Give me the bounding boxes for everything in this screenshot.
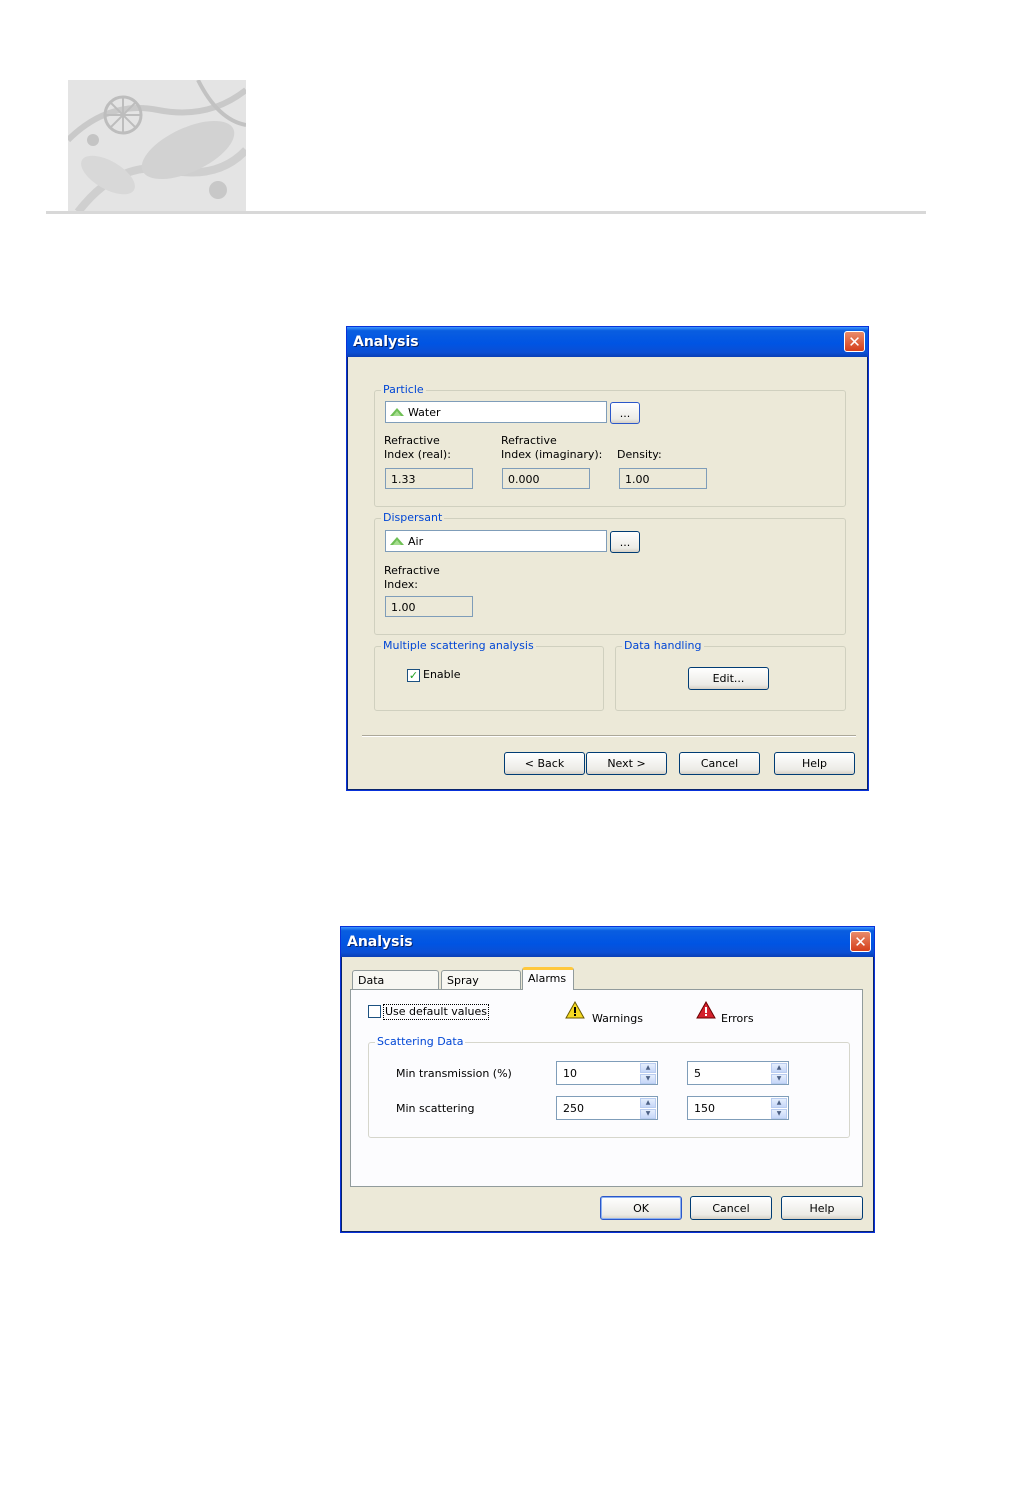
edit-button[interactable]: Edit...: [688, 667, 769, 690]
title-bar[interactable]: Analysis ✕: [347, 327, 868, 357]
particle-material-field[interactable]: Water: [385, 401, 607, 423]
ri-imag-label-line2: Index (imaginary):: [501, 448, 603, 461]
spinner-value: 250: [563, 1102, 584, 1115]
close-button[interactable]: ✕: [844, 331, 865, 352]
spin-up-icon[interactable]: ▲: [771, 1063, 787, 1073]
ri-real-label-line2: Index (real):: [384, 448, 451, 461]
particle-material-name: Water: [408, 405, 441, 419]
analysis-alarms-dialog: Analysis ✕ Data handling Spray Profile A…: [340, 926, 875, 1233]
spinner-value: 10: [563, 1067, 577, 1080]
dispersant-ri-label-line1: Refractive: [384, 564, 440, 577]
min-scattering-label: Min scattering: [396, 1102, 475, 1115]
spin-up-icon[interactable]: ▲: [640, 1063, 656, 1073]
ok-button[interactable]: OK: [600, 1196, 682, 1220]
tab-data-handling[interactable]: Data handling: [352, 970, 439, 1000]
errors-column-label: Errors: [721, 1012, 754, 1025]
dispersant-material-field[interactable]: Air: [385, 530, 607, 552]
min-scattering-error-spinner[interactable]: 150 ▲ ▼: [687, 1096, 789, 1120]
spinner-arrows: ▲ ▼: [771, 1063, 787, 1084]
dispersant-ri-label-line2: Index:: [384, 578, 418, 591]
particle-group-title: Particle: [381, 383, 426, 396]
cancel-button[interactable]: Cancel: [679, 752, 760, 775]
spinner-arrows: ▲ ▼: [640, 1098, 656, 1119]
dialog-title: Analysis: [347, 934, 413, 950]
next-button[interactable]: Next >: [586, 752, 667, 775]
checkmark-icon: ✓: [408, 669, 419, 682]
scattering-data-group-title: Scattering Data: [375, 1035, 466, 1048]
dispersant-ri-field[interactable]: 1.00: [385, 596, 473, 617]
tab-alarms[interactable]: Alarms: [522, 967, 574, 990]
header-rule: [46, 211, 926, 214]
cancel-button[interactable]: Cancel: [690, 1196, 772, 1220]
use-default-values-checkbox[interactable]: [368, 1005, 381, 1018]
spinner-arrows: ▲ ▼: [640, 1063, 656, 1084]
leaf-pattern-icon: [68, 80, 246, 212]
analysis-dialog: Analysis ✕ Particle Water ... Refractive…: [346, 326, 869, 791]
spinner-arrows: ▲ ▼: [771, 1098, 787, 1119]
spin-down-icon[interactable]: ▼: [771, 1109, 787, 1119]
particle-browse-button[interactable]: ...: [610, 402, 640, 424]
enable-checkbox[interactable]: ✓: [407, 669, 420, 682]
ri-real-label-line1: Refractive: [384, 434, 440, 447]
dispersant-browse-button[interactable]: ...: [610, 531, 640, 553]
spin-down-icon[interactable]: ▼: [640, 1109, 656, 1119]
spinner-value: 5: [694, 1067, 701, 1080]
material-icon: [390, 536, 404, 546]
density-label: Density:: [617, 448, 662, 461]
material-icon: [390, 407, 404, 417]
help-button[interactable]: Help: [774, 752, 855, 775]
spin-down-icon[interactable]: ▼: [771, 1074, 787, 1084]
spin-up-icon[interactable]: ▲: [771, 1098, 787, 1108]
min-scattering-warning-spinner[interactable]: 250 ▲ ▼: [556, 1096, 658, 1120]
use-default-values-label[interactable]: Use default values: [383, 1004, 490, 1020]
density-field[interactable]: 1.00: [619, 468, 707, 489]
header-decorative-image: [68, 80, 246, 212]
close-icon: ✕: [854, 932, 867, 951]
min-transmission-warning-spinner[interactable]: 10 ▲ ▼: [556, 1061, 658, 1085]
warning-icon: [565, 1001, 585, 1019]
ri-real-field[interactable]: 1.33: [385, 468, 473, 489]
enable-label[interactable]: Enable: [423, 668, 460, 682]
back-button[interactable]: < Back: [504, 752, 585, 775]
title-bar[interactable]: Analysis ✕: [341, 927, 874, 957]
ri-imag-label-line1: Refractive: [501, 434, 557, 447]
dialog-body: Data handling Spray Profile Alarms Use d…: [344, 957, 871, 1229]
help-button[interactable]: Help: [781, 1196, 863, 1220]
error-icon: [696, 1001, 716, 1019]
scattering-data-group: Scattering Data: [368, 1035, 850, 1138]
spinner-value: 150: [694, 1102, 715, 1115]
warnings-column-label: Warnings: [592, 1012, 643, 1025]
dispersant-material-name: Air: [408, 534, 424, 548]
button-separator: [362, 735, 856, 737]
data-handling-group-title: Data handling: [622, 639, 704, 652]
min-transmission-error-spinner[interactable]: 5 ▲ ▼: [687, 1061, 789, 1085]
min-transmission-label: Min transmission (%): [396, 1067, 512, 1080]
multiple-scattering-group-title: Multiple scattering analysis: [381, 639, 536, 652]
close-button[interactable]: ✕: [850, 931, 871, 952]
spin-down-icon[interactable]: ▼: [640, 1074, 656, 1084]
spin-up-icon[interactable]: ▲: [640, 1098, 656, 1108]
tab-spray-profile[interactable]: Spray Profile: [441, 970, 521, 1000]
ri-imag-field[interactable]: 0.000: [502, 468, 590, 489]
dialog-title: Analysis: [353, 334, 419, 350]
dialog-body: Particle Water ... Refractive Index (rea…: [350, 357, 865, 787]
dispersant-group-title: Dispersant: [381, 511, 445, 524]
close-icon: ✕: [848, 332, 861, 351]
